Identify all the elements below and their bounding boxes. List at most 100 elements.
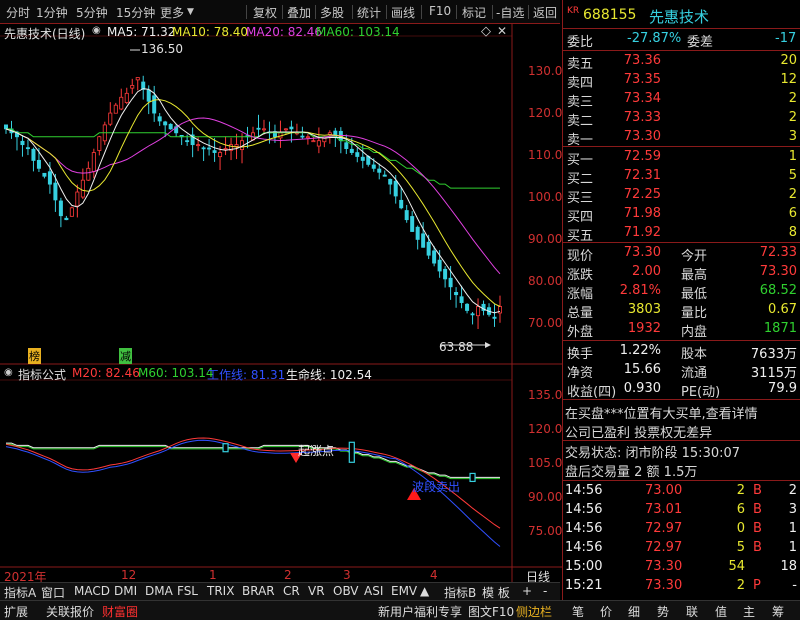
quote-label: 最高: [681, 268, 708, 283]
tab-1min[interactable]: 1分钟: [36, 4, 68, 21]
ask-row[interactable]: 卖三 73.34 2: [563, 90, 800, 110]
quote-row[interactable]: 收益(四) 0.930 PE(动) 79.9: [563, 380, 800, 400]
related-quote-button[interactable]: 关联报价: [46, 603, 94, 620]
bid-row[interactable]: 买四 71.98 6: [563, 205, 800, 225]
side-tab-chou[interactable]: 筹: [772, 603, 784, 620]
tick-time: 14:56: [565, 483, 603, 498]
template-button[interactable]: 模 板: [482, 584, 510, 601]
news-text[interactable]: 在买盘***位置有大买单,查看详情: [565, 403, 758, 422]
side-tab-lian[interactable]: 联: [686, 603, 698, 620]
candle-body: [163, 121, 168, 126]
side-tab-zhu[interactable]: 主: [743, 603, 755, 620]
bid-row[interactable]: 买一 72.59 1: [563, 148, 800, 168]
tick-row[interactable]: 14:56 73.01 6 B 3: [563, 501, 800, 520]
candle-body: [448, 277, 453, 288]
diamond-icon[interactable]: ◇: [481, 24, 491, 39]
mark-button[interactable]: 标记: [462, 4, 486, 21]
tab-5min[interactable]: 5分钟: [76, 4, 108, 21]
quote-row[interactable]: 外盘 1932 内盘 1871: [563, 320, 800, 340]
candle-body: [47, 171, 52, 185]
bid-row[interactable]: 买二 72.31 5: [563, 167, 800, 187]
tab-vr[interactable]: VR: [308, 584, 325, 598]
low-marker-arrow: [485, 342, 491, 348]
overlay-button[interactable]: 叠加: [287, 4, 311, 21]
side-tab-zhi[interactable]: 值: [715, 603, 727, 620]
bid-level-label: 买一: [567, 153, 594, 168]
candle-body: [437, 259, 442, 272]
side-tab-jia[interactable]: 价: [600, 603, 612, 620]
more-button[interactable]: 更多: [160, 4, 184, 21]
tab-macd[interactable]: MACD: [74, 584, 110, 598]
tick-volume: 2: [736, 578, 745, 593]
news-line-2[interactable]: 公司已盈利 投票权无差异: [563, 421, 800, 441]
ma20-label: MA20: 82.46: [246, 25, 323, 39]
collapse-icon[interactable]: ◉: [4, 367, 13, 378]
draw-line-button[interactable]: 画线: [391, 4, 415, 21]
ask-row[interactable]: 卖二 73.33 2: [563, 109, 800, 129]
stats-button[interactable]: 统计: [357, 4, 381, 21]
tab-dropdown-icon[interactable]: ▲: [420, 584, 429, 598]
tab-fsl[interactable]: FSL: [177, 584, 198, 598]
scroll-tabs-icon[interactable]: -: [543, 584, 547, 598]
tab-obv[interactable]: OBV: [333, 584, 359, 598]
bid-row[interactable]: 买三 72.25 2: [563, 186, 800, 206]
collapse-icon[interactable]: ◉: [92, 25, 101, 36]
more-dropdown-icon[interactable]: ▼: [187, 7, 194, 17]
side-tab-shi[interactable]: 势: [657, 603, 669, 620]
ask-row[interactable]: 卖一 73.30 3: [563, 128, 800, 148]
new-user-benefit-link[interactable]: 新用户福利专享: [378, 603, 462, 620]
tick-row[interactable]: 15:00 73.30 54 18: [563, 558, 800, 577]
close-chart-icon[interactable]: ✕: [497, 24, 507, 38]
ask-row[interactable]: 卖四 73.35 12: [563, 71, 800, 91]
tab-15min[interactable]: 15分钟: [116, 4, 155, 21]
tab-trix[interactable]: TRIX: [207, 584, 234, 598]
f10-button[interactable]: F10: [429, 4, 451, 18]
kline-chart-area[interactable]: 先惠技术(日线) ◉ MA5: 71.32 MA10: 78.40 MA20: …: [0, 24, 562, 584]
side-tab-bi[interactable]: 笔: [572, 603, 584, 620]
sidebar-toggle-button[interactable]: 侧边栏: [516, 603, 552, 620]
candle-body: [305, 136, 310, 139]
tab-fenshi[interactable]: 分时: [6, 4, 30, 21]
candle-body: [108, 112, 113, 125]
ask-row[interactable]: 卖五 73.36 20: [563, 52, 800, 72]
quote-value: 3803: [627, 302, 661, 317]
quote-row[interactable]: 现价 73.30 今开 72.33: [563, 244, 800, 264]
tab-dmi[interactable]: DMI: [114, 584, 137, 598]
bottom-bar: 扩展 关联报价 财富圈 新用户福利专享 图文F10 侧边栏 笔 价 细 势 联 …: [0, 600, 800, 620]
kline-svg[interactable]: [0, 24, 562, 584]
side-tab-xi[interactable]: 细: [628, 603, 640, 620]
rank-badge[interactable]: 榜: [28, 348, 41, 364]
tab-indicator-a[interactable]: 指标A: [4, 584, 36, 601]
wealth-circle-button[interactable]: 财富圈: [102, 603, 138, 620]
tab-window[interactable]: 窗口: [41, 584, 65, 601]
tab-brar[interactable]: BRAR: [242, 584, 275, 598]
quote-row[interactable]: 涨幅 2.81% 最低 68.52: [563, 282, 800, 302]
tick-row[interactable]: 15:21 73.30 2 P -: [563, 577, 800, 596]
tab-indicator-b[interactable]: 指标B: [444, 584, 476, 601]
tick-row[interactable]: 14:56 72.97 0 B 1: [563, 520, 800, 539]
tab-dma[interactable]: DMA: [145, 584, 173, 598]
quote-row[interactable]: 换手 1.22% 股本 7633万: [563, 342, 800, 362]
add-tab-icon[interactable]: +: [522, 584, 532, 598]
tick-row[interactable]: 14:56 72.97 5 B 1: [563, 539, 800, 558]
graphic-f10-button[interactable]: 图文F10: [468, 603, 514, 620]
fuquan-button[interactable]: 复权: [253, 4, 277, 21]
remove-watchlist-button[interactable]: -自选: [496, 4, 524, 21]
quote-row[interactable]: 涨跌 2.00 最高 73.30: [563, 263, 800, 283]
news-text[interactable]: 公司已盈利 投票权无差异: [565, 422, 712, 441]
expand-button[interactable]: 扩展: [4, 603, 28, 620]
reduce-badge[interactable]: 减: [119, 348, 132, 364]
tick-count: 1: [788, 521, 797, 536]
candle-body: [426, 241, 431, 256]
tick-row[interactable]: 14:56 73.00 2 B 2: [563, 482, 800, 501]
news-line-1[interactable]: 在买盘***位置有大买单,查看详情: [563, 402, 800, 422]
tab-asi[interactable]: ASI: [364, 584, 383, 598]
multi-stock-button[interactable]: 多股: [320, 4, 344, 21]
back-button[interactable]: 返回: [533, 4, 557, 21]
quote-row[interactable]: 总量 3803 量比 0.67: [563, 301, 800, 321]
tab-cr[interactable]: CR: [283, 584, 300, 598]
bid-row[interactable]: 买五 71.92 8: [563, 224, 800, 244]
quote-row[interactable]: 净资 15.66 流通 3115万: [563, 361, 800, 381]
tab-emv[interactable]: EMV: [391, 584, 417, 598]
bid-level-label: 买三: [567, 191, 594, 206]
